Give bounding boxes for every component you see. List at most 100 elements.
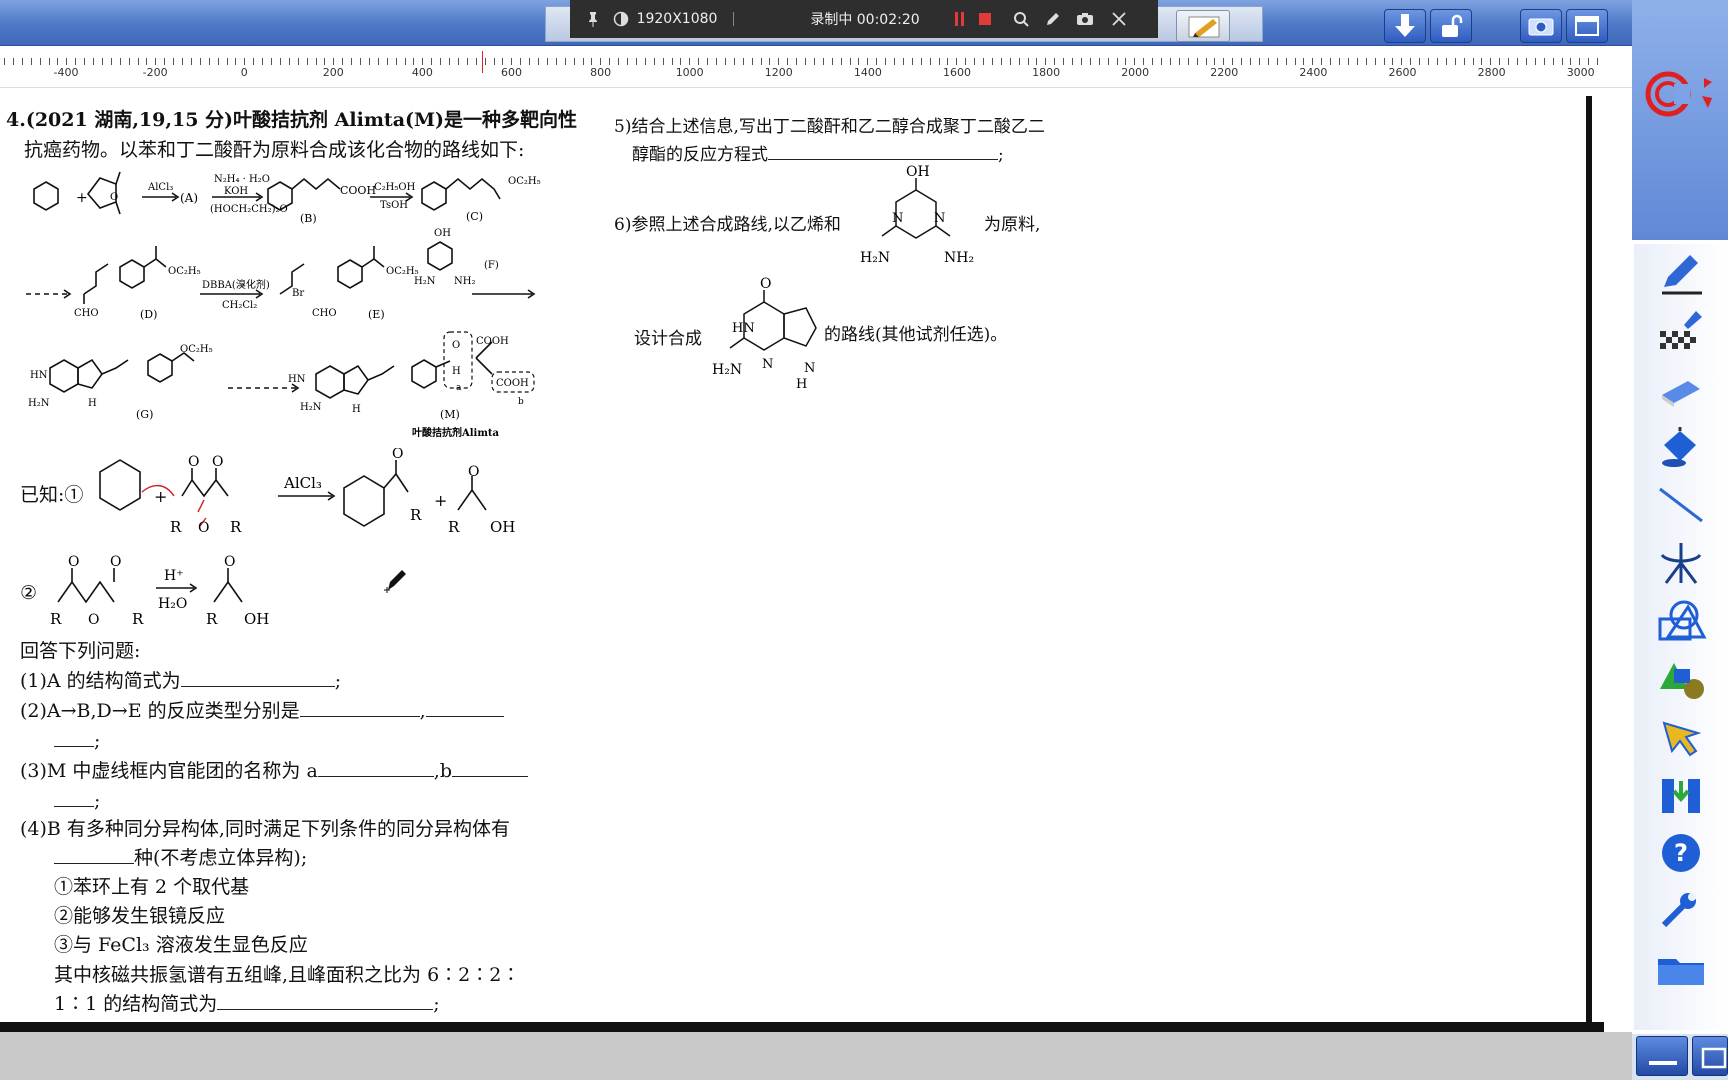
question-1: (1)A 的结构简式为;	[20, 666, 341, 696]
ruler-tick	[751, 58, 753, 65]
shapes-tool-icon[interactable]	[1650, 596, 1712, 646]
panel-header	[1632, 0, 1728, 240]
close-icon[interactable]	[1106, 0, 1132, 38]
svg-text:(D): (D)	[140, 308, 157, 321]
ruler-tick	[279, 58, 281, 65]
answer-2b-blank[interactable]	[425, 697, 504, 717]
fill-bucket-icon[interactable]	[1650, 422, 1712, 472]
answer-4d-blank[interactable]	[217, 990, 434, 1010]
settings-wrench-icon[interactable]	[1650, 886, 1712, 936]
ruler-tick	[1134, 58, 1136, 65]
ruler-label: 1800	[1032, 66, 1061, 79]
synthesis-row-3: OC₂H₅ HN H₂N H (G) HN H₂N H O H a COOH C…	[28, 331, 535, 439]
ruler-tick	[1178, 58, 1180, 65]
svg-text:(M): (M)	[440, 408, 460, 421]
capture-button[interactable]	[1520, 9, 1562, 43]
svg-text:OH: OH	[244, 610, 269, 628]
answer-intro: 回答下列问题:	[20, 640, 141, 662]
pause-icon[interactable]	[948, 0, 972, 38]
svg-text:O: O	[760, 276, 771, 292]
ruler-tick	[1036, 58, 1038, 65]
ruler-tick	[760, 58, 762, 65]
svg-text:R: R	[132, 610, 144, 628]
ruler-tick	[546, 58, 548, 65]
download-button[interactable]	[1384, 9, 1426, 43]
eraser-icon[interactable]	[1650, 364, 1712, 414]
ruler-tick	[360, 58, 361, 65]
pen-tool-icon[interactable]	[1650, 248, 1712, 298]
question-2: (2)A→B,D→E 的反应类型分别是,	[20, 696, 504, 726]
ruler-tick	[1285, 58, 1287, 65]
divider	[730, 0, 736, 38]
window-button[interactable]	[1566, 9, 1608, 43]
answer-5-blank[interactable]	[768, 140, 998, 160]
ruler-tick	[591, 58, 593, 65]
target-purine-structure: O HN N H₂N N H	[712, 276, 817, 392]
answer-2a-blank[interactable]	[299, 697, 420, 717]
texture-pen-icon[interactable]	[1650, 306, 1712, 356]
ruler-tick	[1436, 58, 1438, 65]
help-icon[interactable]: ?	[1650, 828, 1712, 878]
ruler-tick	[1534, 58, 1536, 65]
known-reaction-2: O O R O R H⁺ H₂O O R OH	[50, 554, 269, 628]
ruler-tick	[716, 58, 717, 65]
pointer-tool-icon[interactable]	[1650, 712, 1712, 762]
ruler-tick	[173, 58, 175, 65]
pen-icon[interactable]	[1040, 0, 1066, 38]
ruler-tick	[1267, 58, 1269, 65]
ruler-tick	[226, 58, 228, 65]
ruler-tick	[1143, 58, 1145, 65]
answer-3b-blank[interactable]	[451, 757, 528, 777]
unlock-button[interactable]	[1430, 9, 1472, 43]
svg-text:O: O	[88, 612, 99, 628]
ruler-tick	[805, 58, 806, 65]
ruler-tick	[101, 58, 103, 65]
ruler-tick	[1517, 58, 1518, 65]
minimize-button[interactable]	[1636, 1036, 1688, 1076]
ruler-tick	[466, 58, 468, 65]
ruler-tick	[1214, 58, 1216, 65]
ruler-tick	[796, 58, 798, 65]
svg-text:N: N	[762, 357, 773, 372]
svg-text:R: R	[410, 506, 422, 524]
ruler-tick	[582, 58, 584, 65]
ruler-tick	[208, 58, 210, 65]
svg-text:KOH: KOH	[224, 186, 248, 197]
camera-icon[interactable]	[1072, 0, 1098, 38]
ruler-tick	[271, 58, 272, 65]
annotate-button[interactable]	[1176, 10, 1230, 42]
ruler-tick	[555, 58, 557, 65]
condition-1: ①苯环上有 2 个取代基	[54, 876, 250, 898]
ruler-tick	[1018, 58, 1020, 65]
svg-text:H₂N: H₂N	[860, 250, 890, 266]
insert-tool-icon[interactable]	[1650, 770, 1712, 820]
ruler-tick	[876, 58, 878, 65]
axes-tool-icon[interactable]	[1650, 538, 1712, 588]
question-header: 4.(2021 湖南,19,15 分)叶酸拮抗剂 Alimta(M)是一种多靶向…	[6, 109, 578, 131]
svg-text:R: R	[206, 610, 218, 628]
restore-button[interactable]	[1692, 1036, 1728, 1076]
ruler-tick	[199, 58, 201, 65]
contrast-icon[interactable]	[610, 0, 632, 38]
ruler-tick	[395, 58, 397, 65]
ruler-tick	[822, 58, 824, 65]
answer-4-blank[interactable]	[54, 844, 134, 864]
question-4d: 1∶1 的结构简式为;	[54, 989, 440, 1019]
known-reaction-1: + O O R O R AlCl₃ O R + O R OH	[99, 448, 515, 536]
svg-text:R: R	[230, 518, 242, 536]
answer-1-blank[interactable]	[180, 667, 335, 687]
ruler-tick	[787, 58, 789, 65]
3d-shapes-icon[interactable]	[1650, 654, 1712, 704]
zoom-icon[interactable]	[1008, 0, 1034, 38]
line-tool-icon[interactable]	[1650, 480, 1712, 530]
folder-icon[interactable]	[1650, 944, 1712, 994]
svg-text:R: R	[50, 610, 62, 628]
ruler-label: 1400	[853, 66, 882, 79]
svg-text:O: O	[468, 464, 479, 480]
svg-text:CHO: CHO	[312, 308, 337, 319]
stop-icon[interactable]	[972, 0, 998, 38]
pin-icon[interactable]	[580, 0, 606, 38]
answer-3a-blank[interactable]	[317, 757, 434, 777]
ruler-tick	[573, 58, 575, 65]
ruler-label: 2400	[1299, 66, 1328, 79]
